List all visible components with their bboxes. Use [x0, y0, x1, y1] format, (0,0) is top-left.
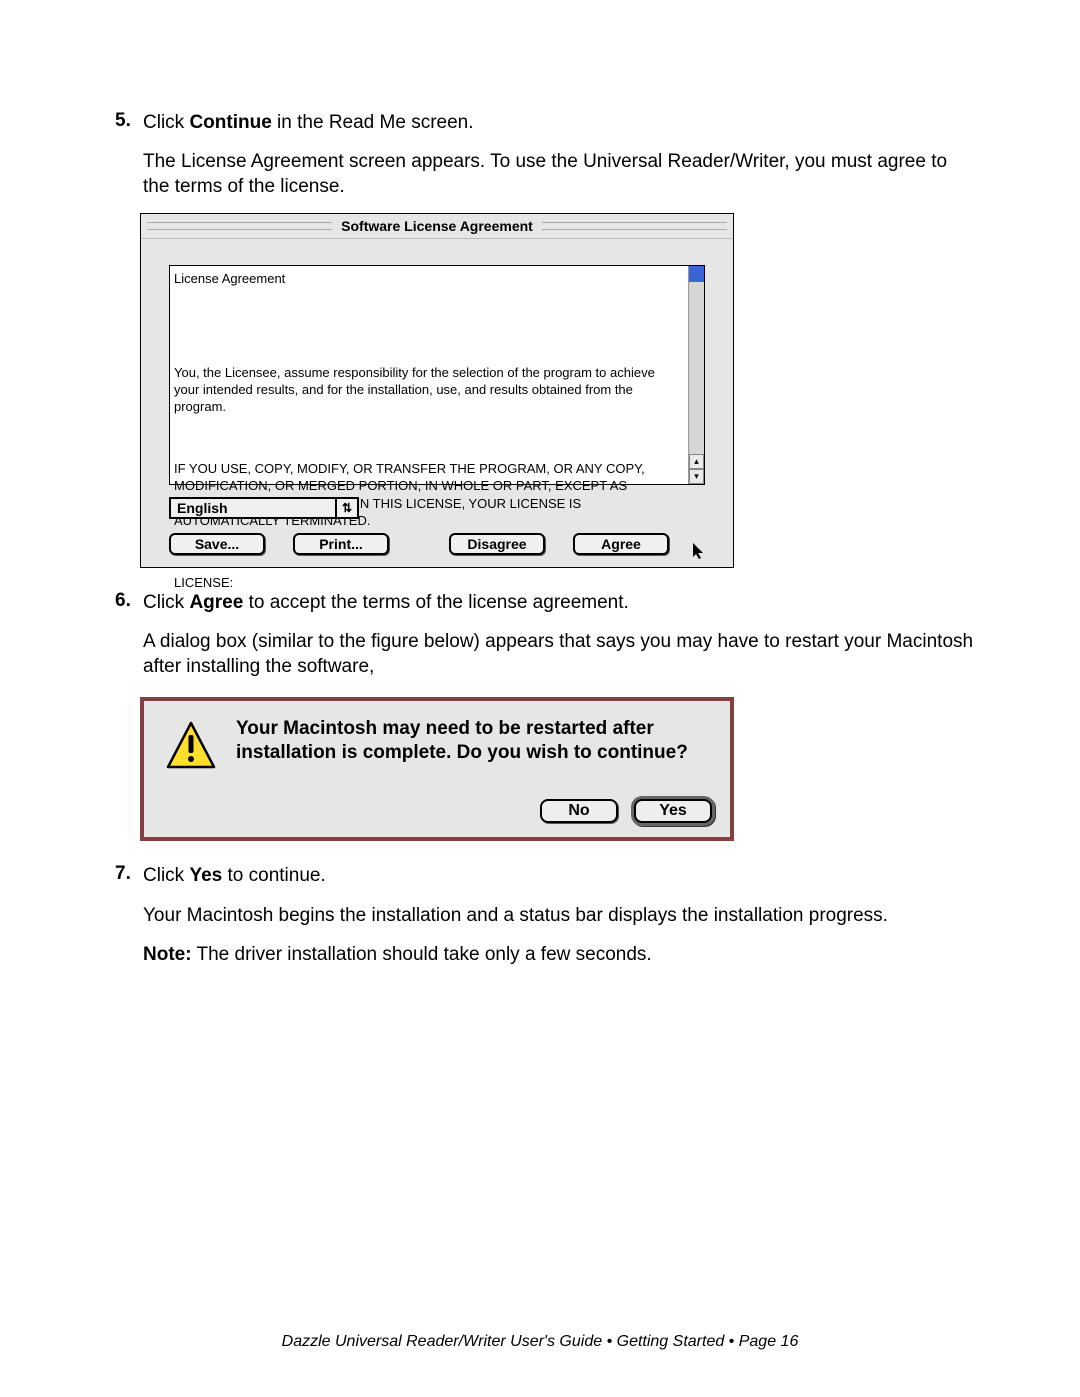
step-5-number: 5.: [115, 110, 131, 132]
step-7: 7. Click Yes to continue. Your Macintosh…: [115, 863, 975, 966]
text: Click: [143, 865, 189, 886]
scroll-thumb[interactable]: [689, 266, 704, 282]
license-titlebar: Software License Agreement: [141, 214, 733, 239]
chevron-updown-icon: ⇅: [335, 499, 357, 517]
step-7-note: Note: The driver installation should tak…: [143, 942, 975, 967]
agree-bold: Agree: [189, 592, 243, 613]
note-text: The driver installation should take only…: [192, 944, 652, 965]
license-p1: You, the Licensee, assume responsibility…: [174, 364, 680, 415]
step-6: 6. Click Agree to accept the terms of th…: [115, 590, 975, 841]
restart-message: Your Macintosh may need to be restarted …: [236, 717, 712, 771]
scroll-up-icon[interactable]: ▴: [689, 454, 704, 469]
license-text-area: License Agreement You, the Licensee, ass…: [169, 265, 705, 485]
step-5-line2: The License Agreement screen appears. To…: [143, 149, 975, 199]
text: Click: [143, 592, 189, 613]
license-p3: LICENSE:: [174, 574, 680, 591]
step-7-line2: Your Macintosh begins the installation a…: [143, 903, 975, 928]
language-select-value: English: [177, 500, 228, 516]
cursor-icon: [693, 543, 705, 559]
license-dialog: Software License Agreement License Agree…: [140, 213, 734, 568]
continue-bold: Continue: [189, 112, 271, 133]
language-select[interactable]: English ⇅: [169, 497, 359, 519]
text: to continue.: [222, 865, 326, 886]
step-6-number: 6.: [115, 590, 131, 612]
scroll-down-icon[interactable]: ▾: [689, 469, 704, 484]
step-6-line1: Click Agree to accept the terms of the l…: [143, 590, 975, 615]
scrollbar[interactable]: ▴ ▾: [688, 266, 704, 484]
text: in the Read Me screen.: [272, 112, 474, 133]
step-5-line1: Click Continue in the Read Me screen.: [143, 110, 975, 135]
step-6-line2: A dialog box (similar to the figure belo…: [143, 629, 975, 679]
note-bold: Note:: [143, 944, 192, 965]
page-footer: Dazzle Universal Reader/Writer User's Gu…: [0, 1333, 1080, 1351]
yes-bold: Yes: [189, 865, 222, 886]
text: Click: [143, 112, 189, 133]
restart-button-row: No Yes: [166, 799, 712, 823]
yes-button[interactable]: Yes: [634, 799, 712, 823]
warning-icon: [166, 721, 216, 771]
step-7-number: 7.: [115, 863, 131, 885]
text: to accept the terms of the license agree…: [243, 592, 628, 613]
step-5: 5. Click Continue in the Read Me screen.…: [115, 110, 975, 568]
license-heading: License Agreement: [174, 270, 680, 287]
no-button[interactable]: No: [540, 799, 618, 823]
step-7-line1: Click Yes to continue.: [143, 863, 975, 888]
restart-dialog: Your Macintosh may need to be restarted …: [140, 697, 734, 841]
